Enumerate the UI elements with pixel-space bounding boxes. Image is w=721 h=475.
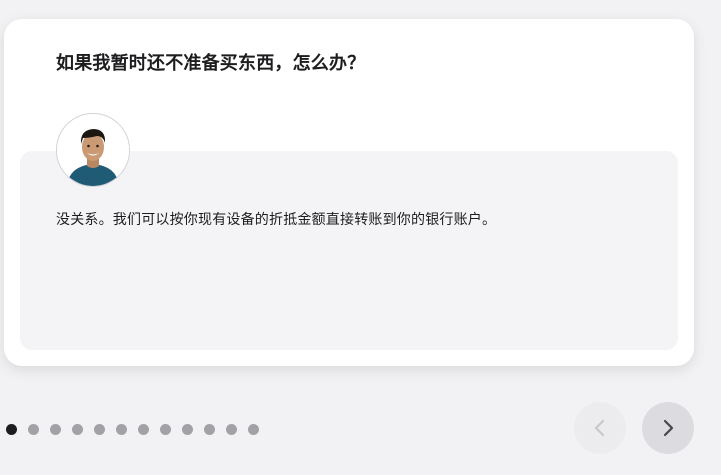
pagination-dot[interactable] xyxy=(72,423,83,435)
pagination-dot[interactable] xyxy=(94,423,105,435)
pagination-dot[interactable] xyxy=(204,423,215,435)
faq-card: 如果我暂时还不准备买东西，怎么办？ 没关系。我们可以按你现有设备的折抵金额直接转… xyxy=(4,19,694,366)
pagination-dot[interactable] xyxy=(28,423,39,435)
specialist-avatar xyxy=(56,113,130,187)
pagination-dot[interactable] xyxy=(116,423,127,435)
faq-question: 如果我暂时还不准备买东西，怎么办？ xyxy=(56,53,366,74)
faq-answer-box: 没关系。我们可以按你现有设备的折抵金额直接转账到你的银行账户。 xyxy=(20,151,678,350)
pagination-dot[interactable] xyxy=(6,423,17,435)
pagination-dots xyxy=(6,423,259,435)
pagination-dot[interactable] xyxy=(182,423,193,435)
person-portrait-icon xyxy=(57,114,129,186)
pagination-dot[interactable] xyxy=(248,423,259,435)
pagination-dot[interactable] xyxy=(160,423,171,435)
previous-button[interactable] xyxy=(574,402,626,454)
pagination-dot[interactable] xyxy=(226,423,237,435)
faq-answer: 没关系。我们可以按你现有设备的折抵金额直接转账到你的银行账户。 xyxy=(56,212,497,228)
chevron-left-icon xyxy=(594,419,605,437)
pagination-dot[interactable] xyxy=(50,423,61,435)
next-button[interactable] xyxy=(642,402,694,454)
chevron-right-icon xyxy=(663,419,674,437)
pagination-dot[interactable] xyxy=(138,423,149,435)
